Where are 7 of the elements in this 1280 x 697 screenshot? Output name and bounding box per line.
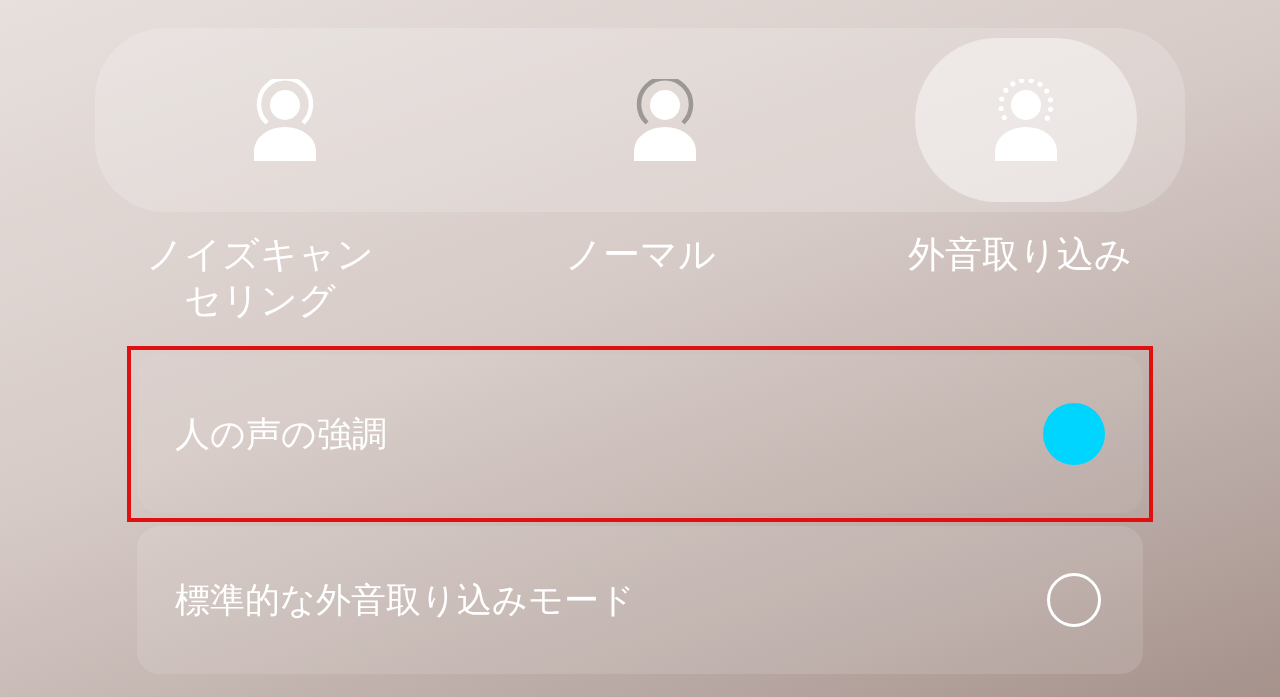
option-label: 標準的な外音取り込みモード [175,578,635,622]
person-icon [632,79,698,161]
radio-button[interactable] [1047,573,1101,627]
person-icon [252,79,318,161]
person-icon [993,79,1059,161]
mode-label: 外音取り込み [908,232,1132,278]
option-row[interactable]: 標準的な外音取り込みモード [137,526,1143,674]
